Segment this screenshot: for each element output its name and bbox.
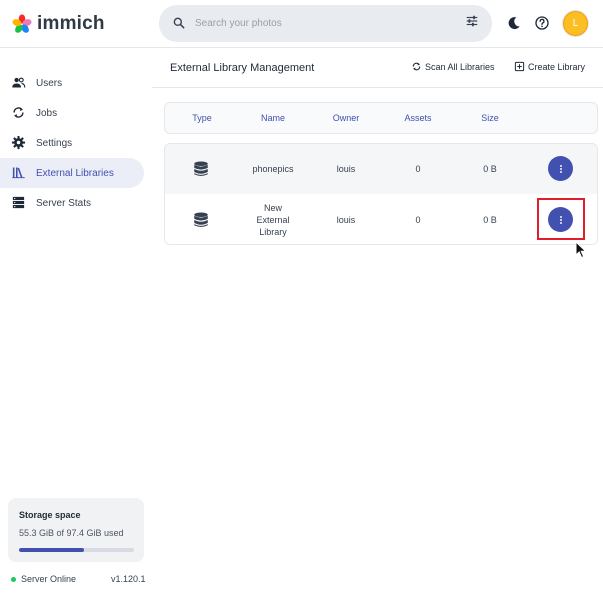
tune-icon[interactable]	[465, 14, 479, 28]
help-icon	[535, 16, 549, 30]
table-header: Type Name Owner Assets Size	[164, 102, 598, 134]
library-name: phonepics	[252, 164, 294, 174]
server-status: Server Online	[11, 574, 76, 584]
page-title: External Library Management	[170, 62, 315, 74]
storage-card: Storage space 55.3 GiB of 97.4 GiB used	[8, 498, 144, 562]
sidebar-item-users[interactable]: Users	[0, 68, 144, 98]
sync-icon	[412, 62, 421, 71]
sidebar-item-label: Jobs	[36, 107, 58, 119]
library-menu-button[interactable]	[548, 156, 573, 181]
column-header-owner: Owner	[332, 113, 360, 123]
library-name: New External Library	[256, 203, 290, 237]
storage-used-text: 55.3 GiB of 97.4 GiB used	[19, 528, 124, 538]
library-icon	[12, 167, 25, 179]
scan-all-libraries-label: Scan All Libraries	[425, 61, 495, 72]
library-size: 0 B	[483, 164, 497, 174]
create-library-label: Create Library	[528, 61, 586, 72]
library-assets: 0	[415, 164, 421, 174]
top-header: immich L	[0, 0, 603, 48]
column-header-name: Name	[260, 113, 285, 123]
table-row[interactable]: phonepics louis 0 0 B	[165, 144, 597, 194]
mouse-cursor-icon	[575, 241, 587, 259]
sidebar-item-label: Users	[36, 77, 63, 89]
server-icon	[12, 196, 25, 209]
search-input[interactable]	[195, 13, 445, 33]
column-header-type: Type	[192, 113, 212, 123]
sidebar-item-jobs[interactable]: Jobs	[0, 98, 144, 128]
moon-icon	[508, 17, 520, 30]
sidebar-item-settings[interactable]: Settings	[0, 128, 144, 158]
help-button[interactable]	[533, 14, 551, 32]
sidebar-item-label: Settings	[36, 137, 73, 149]
library-assets: 0	[415, 215, 421, 225]
table-row[interactable]: New External Library louis 0 0 B	[165, 195, 597, 244]
sidebar-item-external-libraries[interactable]: External Libraries	[0, 158, 144, 188]
app-name: immich	[37, 13, 105, 34]
database-icon	[194, 161, 208, 176]
server-status-text: Server Online	[21, 574, 77, 584]
admin-sidebar: Users Jobs Settings External Libraries S…	[0, 48, 152, 599]
column-header-assets: Assets	[404, 113, 432, 123]
app-logo[interactable]: immich	[11, 12, 105, 36]
user-avatar[interactable]: L	[563, 11, 588, 36]
create-library-button[interactable]: Create Library	[514, 61, 585, 72]
database-icon	[194, 212, 208, 227]
status-online-icon	[11, 576, 16, 582]
plus-box-icon	[514, 61, 525, 72]
search-bar[interactable]	[159, 5, 492, 42]
scan-all-libraries-button[interactable]: Scan All Libraries	[411, 61, 495, 72]
column-header-size: Size	[481, 113, 499, 123]
theme-toggle-button[interactable]	[505, 14, 523, 32]
storage-progress-fill	[19, 548, 85, 552]
immich-logo-icon	[12, 14, 32, 33]
server-version[interactable]: v1.120.1	[111, 574, 146, 584]
page-header: External Library Management Scan All Lib…	[152, 48, 603, 88]
dots-vertical-icon	[559, 164, 562, 173]
table-body: phonepics louis 0 0 B New External Libra…	[164, 143, 598, 245]
library-owner: louis	[336, 164, 356, 174]
users-icon	[12, 77, 26, 88]
library-owner: louis	[336, 215, 356, 225]
sidebar-item-label: External Libraries	[36, 167, 114, 179]
sidebar-item-server-stats[interactable]: Server Stats	[0, 188, 144, 218]
search-icon	[173, 17, 185, 29]
storage-title: Storage space	[19, 510, 81, 520]
library-size: 0 B	[483, 215, 497, 225]
sidebar-item-label: Server Stats	[36, 197, 92, 209]
gear-icon	[11, 135, 26, 150]
sync-icon	[13, 107, 24, 118]
highlight-box	[537, 198, 585, 240]
storage-progress-bar	[19, 548, 134, 552]
